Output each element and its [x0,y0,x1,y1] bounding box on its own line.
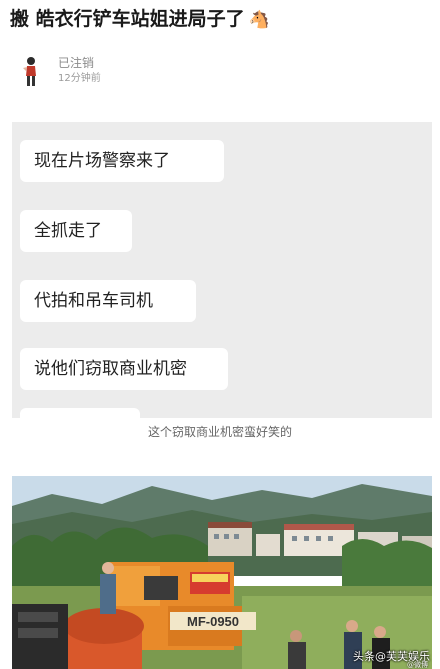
author-row[interactable]: 已注销 12分钟前 [16,54,316,90]
chat-bubble: 现在片场警察来了 [20,140,224,182]
post-time: 12分钟前 [58,73,101,84]
author-name[interactable]: 已注销 [58,56,94,70]
person-shape [290,630,302,642]
person-shape [374,626,386,638]
horse-emoji-icon: 🐴 [248,10,270,30]
chat-bubble-partial [20,408,140,418]
chat-screenshot-image[interactable]: 现在片场警察来了 全抓走了 代拍和吊车司机 说他们窃取商业机密 [12,122,432,418]
person-shape [102,562,114,574]
avatar[interactable] [20,54,42,88]
plate-text: MF-0950 [187,614,239,629]
weibo-watermark: @微博 [407,661,428,669]
chat-bubble: 代拍和吊车司机 [20,280,196,322]
building-shape [208,526,252,556]
chat-bubble: 说他们窃取商业机密 [20,348,228,390]
post-title-text: 搬 皓衣行铲车站姐进局子了 [10,8,245,30]
chat-bubble: 全抓走了 [20,210,132,252]
image-caption: 这个窃取商业机密蛮好笑的 [147,425,292,439]
post-title: 搬 皓衣行铲车站姐进局子了 🐴 [10,6,430,32]
scene-photo-drawing: MF-0950 [12,476,432,669]
building-shape [256,534,280,556]
person-shape [346,620,358,632]
scene-photo[interactable]: MF-0950 [12,476,432,669]
